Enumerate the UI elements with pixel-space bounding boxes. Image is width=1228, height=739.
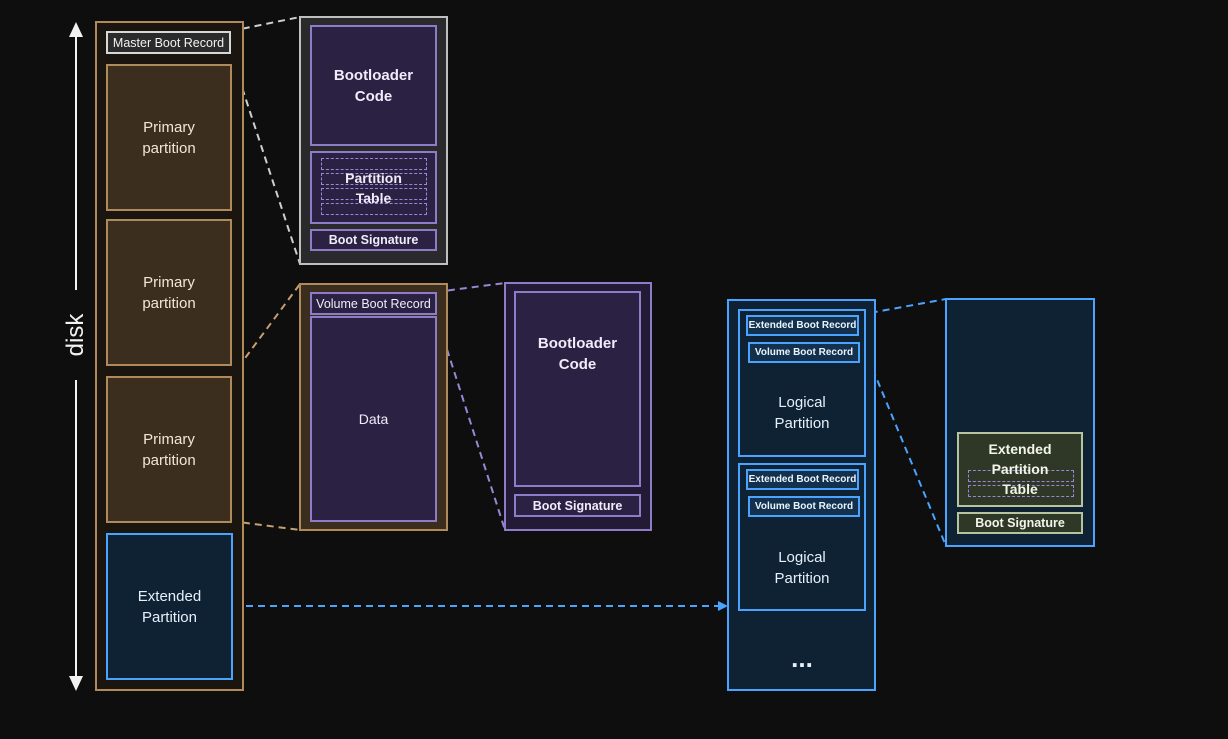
mbr-boot-signature: Boot Signature: [310, 229, 437, 251]
ebr-partition-table: Extended Partition Table: [957, 432, 1083, 507]
vbr-boot-signature: Boot Signature: [514, 494, 641, 517]
primary-partition-1: Primary partition: [106, 64, 232, 211]
logical-partition-label-1: Logical Partition: [774, 394, 830, 432]
partition-data: Data: [310, 316, 437, 522]
mbr-bootloader-code: Bootloader Code: [310, 25, 437, 146]
vbr-label: Volume Boot Record: [310, 292, 437, 315]
logical-partition-label-2: Logical Partition: [774, 549, 830, 587]
ebr-partition-table-label: Extended Partition Table: [988, 441, 1052, 497]
mbr-partition-table: Partition Table: [310, 151, 437, 224]
extended-partition: Extended Partition: [106, 533, 233, 680]
ebr-label-2: Extended Boot Record: [746, 469, 859, 490]
ebr-boot-signature: Boot Signature: [957, 512, 1083, 534]
disk-label: disk: [62, 313, 89, 357]
ebr-detail: [945, 298, 1095, 547]
ebr-label-1: Extended Boot Record: [746, 315, 859, 336]
vbr-bootloader-code: Bootloader Code: [514, 291, 641, 487]
vbr-label-2: Volume Boot Record: [748, 496, 860, 517]
primary-partition-2: Primary partition: [106, 219, 232, 366]
primary-partition-3: Primary partition: [106, 376, 232, 523]
partition-table-label: Partition Table: [345, 169, 402, 206]
logical-chain-ellipsis: ...: [791, 642, 813, 673]
mbr-label: Master Boot Record: [106, 31, 231, 54]
vbr-label-1: Volume Boot Record: [748, 342, 860, 363]
